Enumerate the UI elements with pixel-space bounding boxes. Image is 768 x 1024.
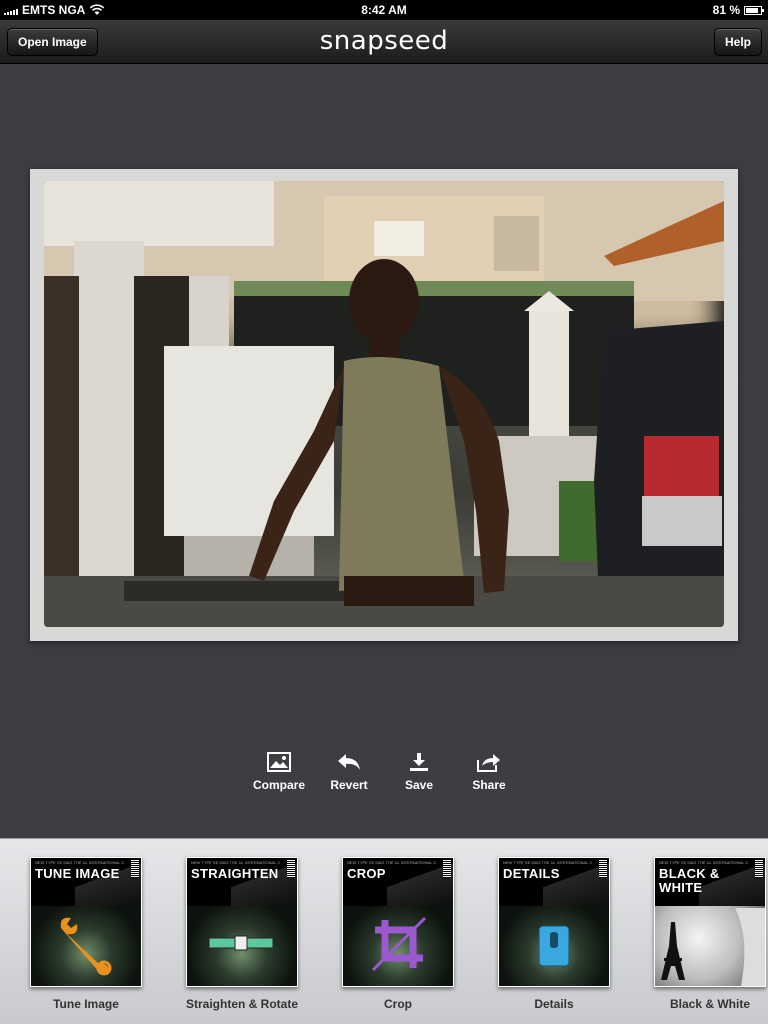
download-icon <box>410 753 428 771</box>
compare-button[interactable]: Compare <box>249 752 309 792</box>
compare-label: Compare <box>252 778 305 792</box>
filter-label-straighten[interactable]: Straighten & Rotate <box>167 997 317 1011</box>
eiffel-tower-photo <box>661 908 765 986</box>
battery-percent: 81 % <box>712 3 740 17</box>
filter-card-details[interactable]: NEW TYPE SE MAG THE UL INTERNATIONAL 3 D… <box>498 857 610 987</box>
filter-label-tune-image[interactable]: Tune Image <box>11 997 161 1011</box>
revert-label: Revert <box>330 778 368 792</box>
save-button[interactable]: Save <box>389 752 449 792</box>
revert-button[interactable]: Revert <box>319 752 379 792</box>
filter-label-crop[interactable]: Crop <box>323 997 473 1011</box>
share-button[interactable]: Share <box>459 752 519 792</box>
photo-frame <box>30 169 738 641</box>
filter-card-crop[interactable]: NEW TYPE SE MAG THE UL INTERNATIONAL 3 C… <box>342 857 454 987</box>
help-button[interactable]: Help <box>713 28 762 56</box>
filter-card-tune-image[interactable]: NEW TYPE SE MAG THE UL INTERNATIONAL 3 T… <box>30 857 142 987</box>
crop-icon <box>371 916 427 972</box>
image-icon <box>267 752 291 772</box>
navigation-bar: Open Image snapseed Help <box>0 20 768 64</box>
status-time: 8:42 AM <box>361 3 407 17</box>
undo-arrow-icon <box>338 754 360 770</box>
battery-icon <box>744 5 764 15</box>
sharpener-icon <box>538 925 570 967</box>
edited-photo <box>44 181 724 627</box>
filter-label-details[interactable]: Details <box>479 997 629 1011</box>
share-icon <box>477 754 500 772</box>
wrench-icon <box>60 917 112 976</box>
status-bar: EMTS NGA 8:42 AM 81 % <box>0 0 768 20</box>
level-icon <box>208 935 274 951</box>
filter-card-black-white[interactable]: NEW TYPE SE MAG THE UL INTERNATIONAL 3 B… <box>654 857 766 987</box>
share-label: Share <box>472 778 506 792</box>
filter-card-straighten[interactable]: NEW TYPE SE MAG THE UL INTERNATIONAL 3 S… <box>186 857 298 987</box>
app-logo: snapseed <box>319 26 449 56</box>
save-label: Save <box>404 778 434 792</box>
photo-content <box>44 181 724 627</box>
filter-label-black-white[interactable]: Black & White <box>635 997 768 1011</box>
status-right: 81 % <box>712 3 764 17</box>
filter-tray: NEW TYPE SE MAG THE UL INTERNATIONAL 3 T… <box>0 838 768 1024</box>
editor-canvas: Compare Revert Save Share <box>0 64 768 838</box>
